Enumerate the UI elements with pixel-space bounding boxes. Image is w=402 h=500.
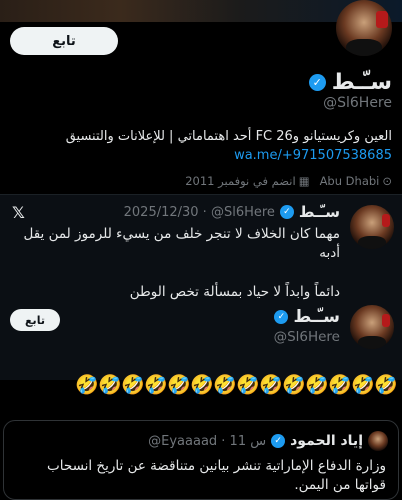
joined-date: انضم في نوفمبر 2011 ▦ — [185, 174, 309, 188]
calendar-icon: ▦ — [298, 174, 310, 188]
location-pin-icon: ⊙ — [382, 174, 392, 188]
quoted-tweet-header: @Eyaaaad · 11 س ✓ إياد الحمود — [148, 431, 388, 451]
quoted-tweet[interactable]: @Eyaaaad · 11 س ✓ إياد الحمود وزارة الدف… — [3, 420, 399, 500]
laughing-emoji: 🤣 — [75, 374, 99, 396]
profile-handle: @Sl6Here — [323, 95, 392, 111]
follow-button-small[interactable]: تابع — [10, 309, 60, 331]
tweet-handle-date: 2025/12/30 · @Sl6Here — [123, 204, 275, 220]
laughing-emoji: 🤣 — [351, 374, 375, 396]
laughing-emoji: 🤣 — [282, 374, 306, 396]
author-name: سـّـط — [293, 307, 340, 327]
profile-bio: العين وكريستيانو وFC 26 أحد اهتماماتي | … — [65, 129, 392, 144]
laughing-emoji: 🤣 — [328, 374, 352, 396]
laughing-emoji: 🤣 — [190, 374, 214, 396]
tweet-author-name: سـّـط — [298, 203, 340, 221]
laughing-emoji: 🤣 — [98, 374, 122, 396]
joined-text: انضم في نوفمبر 2011 — [185, 174, 296, 188]
verified-badge-icon: ✓ — [271, 434, 286, 448]
laughing-emoji: 🤣 — [144, 374, 168, 396]
quoted-meta: @Eyaaaad · 11 س — [148, 433, 267, 449]
verified-badge-icon: ✓ — [274, 310, 289, 324]
laughing-emoji: 🤣 — [121, 374, 145, 396]
author-name-row: ✓ سـّـط — [274, 307, 340, 327]
laughing-emoji: 🤣 — [236, 374, 260, 396]
quoted-avatar[interactable] — [368, 431, 388, 451]
profile-name-row: ✓ سـّـط — [308, 70, 392, 95]
emoji-row: 🤣 🤣 🤣 🤣 🤣 🤣 🤣 🤣 🤣 🤣 🤣 🤣 🤣 🤣 — [4, 374, 398, 396]
follow-button[interactable]: تابع — [10, 27, 118, 55]
tweet-header: 2025/12/30 · @Sl6Here ✓ سـّـط — [124, 203, 340, 221]
verified-badge-icon: ✓ — [308, 74, 326, 91]
laughing-emoji: 🤣 — [259, 374, 283, 396]
laughing-emoji: 🤣 — [213, 374, 237, 396]
location-text: Abu Dhabi — [319, 174, 380, 188]
laughing-emoji: 🤣 — [305, 374, 329, 396]
tweet-card[interactable]: 𝕏 2025/12/30 · @Sl6Here ✓ سـّـط مهما كان… — [0, 194, 402, 380]
laughing-emoji: 🤣 — [374, 374, 398, 396]
author-handle: @Sl6Here — [273, 329, 340, 345]
verified-badge-icon: ✓ — [279, 205, 294, 219]
location: Abu Dhabi ⊙ — [320, 174, 392, 188]
quoted-author-name: إياد الحمود — [290, 433, 363, 449]
quoted-text: وزارة الدفاع الإماراتية تنشر بيانين متنا… — [47, 458, 386, 493]
profile-name: سـّـط — [331, 70, 392, 95]
laughing-emoji: 🤣 — [167, 374, 191, 396]
profile-link[interactable]: wa.me/+971507538685 — [234, 148, 392, 163]
author-avatar[interactable] — [350, 305, 394, 349]
x-logo-icon: 𝕏 — [12, 203, 25, 222]
tweet-avatar[interactable] — [350, 205, 394, 249]
tweet-text: مهما كان الخلاف لا تنجر خلف من يسيء للرم… — [23, 226, 340, 261]
profile-meta: انضم في نوفمبر 2011 ▦ Abu Dhabi ⊙ — [185, 174, 392, 188]
profile-avatar[interactable] — [336, 0, 392, 56]
tweet-text-2: دائماً وابداً لا حياد بمسألة تخص الوطن — [129, 284, 340, 300]
